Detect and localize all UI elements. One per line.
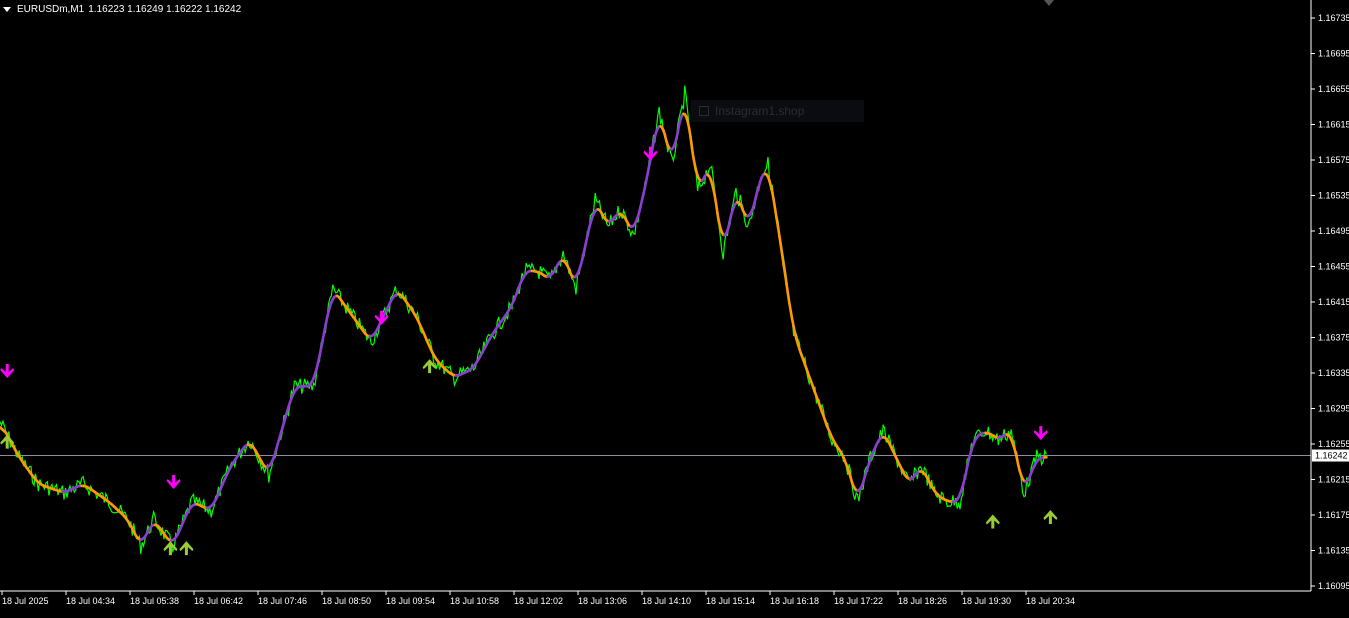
ma-segment-down [784,264,786,274]
ma-segment-down [787,284,788,294]
y-tick-label: 1.16175 [1318,510,1349,520]
y-tick-label: 1.16135 [1318,546,1349,556]
chart-canvas[interactable]: 1.16735 1.16695 1.16655 1.16615 1.16575 1.165… [0,0,1349,613]
ma-segment-down [782,255,783,265]
y-tick-label: 1.16375 [1318,333,1349,343]
chart-menu-triangle-icon[interactable] [3,7,11,12]
sell-arrow-icon [167,475,181,489]
ma-segment-down [689,128,690,137]
x-tick-label: 18 Jul 15:14 [706,596,755,606]
ma-segment-down [774,200,775,209]
x-tick-label: 18 Jul 09:54 [386,596,435,606]
x-tick-label: 18 Jul 16:18 [770,596,819,606]
x-tick-label: 18 Jul 07:46 [258,596,307,606]
x-tick-label: 18 Jul 12:02 [514,596,563,606]
x-tick-label: 18 Jul 08:50 [322,596,371,606]
y-tick-label: 1.16255 [1318,439,1349,449]
y-tick-label: 1.16495 [1318,226,1349,236]
x-tick-label: 18 Jul 19:30 [962,596,1011,606]
ma-segment-down [777,218,779,227]
watermark-text: Instagram1.shop [715,104,804,118]
ma-segment-down [789,303,791,312]
y-tick-label: 1.16215 [1318,475,1349,485]
x-tick-label: 18 Jul 10:58 [450,596,499,606]
watermark: Instagram1.shop [691,100,864,122]
symbol-label: EURUSDm,M1 [17,4,84,15]
y-tick-label: 1.16335 [1318,368,1349,378]
ma-segment-down [781,245,782,254]
ma-segment-down [775,209,776,218]
y-tick-label: 1.16095 [1318,581,1349,591]
x-tick-label: 18 Jul 04:34 [66,596,115,606]
y-tick-label: 1.16655 [1318,84,1349,94]
x-tick-label: 18 Jul 14:10 [642,596,691,606]
y-tick-label: 1.16455 [1318,262,1349,272]
sell-arrow-icon [643,147,657,161]
y-tick-label: 1.16575 [1318,155,1349,165]
x-tick-label: 18 Jul 06:42 [194,596,243,606]
watermark-icon [699,106,709,116]
shift-marker-icon[interactable] [1044,0,1054,6]
x-tick-label: 18 Jul 2025 [2,596,49,606]
price-line [0,86,1046,554]
y-tick-label: 1.16695 [1318,49,1349,59]
ma-segment-down [785,274,786,284]
ma-segment-down [692,148,693,157]
sell-arrow-icon [0,364,14,378]
ma-segment-down [788,294,789,303]
buy-arrow-icon [423,359,437,373]
ma-segment-down [716,204,717,214]
current-price-label: 1.16242 [1315,451,1348,461]
x-tick-label: 18 Jul 20:34 [1026,596,1075,606]
sell-arrow-icon [1034,426,1048,440]
y-tick-label: 1.16295 [1318,404,1349,414]
x-tick-label: 18 Jul 18:26 [898,596,947,606]
y-tick-label: 1.16415 [1318,297,1349,307]
ma-segment-down [778,227,779,236]
buy-arrow-icon [986,514,1000,528]
buy-arrow-icon [1043,510,1057,524]
ma-segment-down [691,137,692,148]
y-tick-label: 1.16735 [1318,13,1349,23]
price-chart[interactable]: 1.16735 1.16695 1.16655 1.16615 1.16575 1.165… [0,0,1349,613]
buy-arrow-icon [179,541,193,555]
ma-segment-down [779,236,780,245]
y-tick-label: 1.16535 [1318,191,1349,201]
x-tick-label: 18 Jul 17:22 [834,596,883,606]
ohlc-label: 1.16223 1.16249 1.16222 1.16242 [88,4,241,15]
chart-header: EURUSDm,M1 1.16223 1.16249 1.16222 1.162… [3,4,241,15]
x-tick-label: 18 Jul 13:06 [578,596,627,606]
x-tick-label: 18 Jul 05:38 [130,596,179,606]
y-tick-label: 1.16615 [1318,120,1349,130]
